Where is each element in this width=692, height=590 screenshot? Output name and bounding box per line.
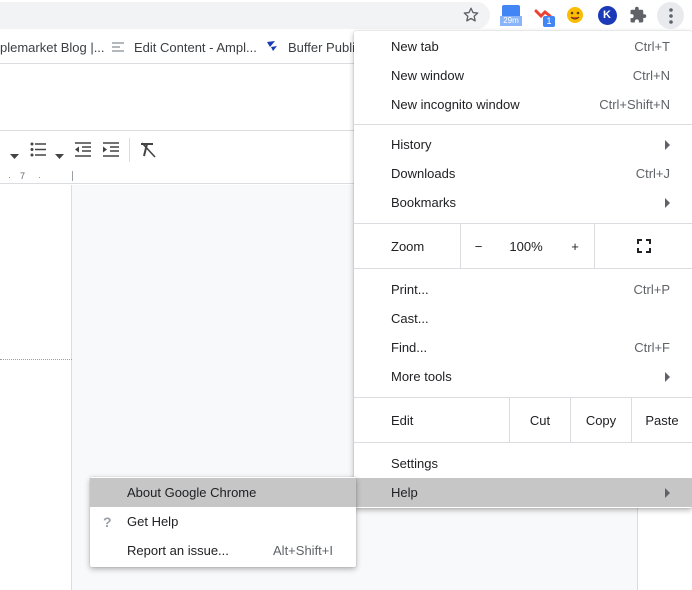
- submenu-arrow-icon: [665, 371, 670, 382]
- menu-item-label: About Google Chrome: [127, 485, 257, 500]
- menu-item-new-incognito-window[interactable]: New incognito window Ctrl+Shift+N: [354, 90, 692, 119]
- k-extension-icon[interactable]: K: [596, 4, 618, 26]
- menu-separator: [354, 268, 692, 269]
- kebab-menu-icon[interactable]: [657, 2, 684, 29]
- menu-item-shortcut: Ctrl+F: [634, 340, 670, 355]
- menu-item-label: Find...: [391, 340, 428, 355]
- zoom-in-button[interactable]: +: [556, 224, 594, 268]
- bookmark-label: Buffer Publis: [288, 40, 362, 55]
- menu-item-shortcut: Ctrl+N: [632, 68, 670, 83]
- menu-item-shortcut: Ctrl+P: [633, 282, 670, 297]
- ruler-ticks: ·: [38, 172, 41, 182]
- document-page[interactable]: [0, 185, 72, 590]
- menu-item-label: Print...: [391, 282, 429, 297]
- fullscreen-icon: [636, 239, 651, 253]
- menu-item-find[interactable]: Find... Ctrl+F: [354, 333, 692, 362]
- emoji-extension-icon[interactable]: [564, 4, 586, 26]
- menu-separator: [354, 124, 692, 125]
- menu-item-label: Report an issue...: [127, 543, 229, 558]
- submenu-arrow-icon: [665, 139, 670, 150]
- buffer-icon: [266, 40, 278, 55]
- omnibox[interactable]: [0, 2, 490, 29]
- bookmark-item[interactable]: Edit Content - Ampl...: [112, 40, 257, 55]
- menu-item-help[interactable]: Help: [354, 478, 692, 507]
- menu-item-label: Help: [391, 485, 418, 500]
- menu-item-settings[interactable]: Settings: [354, 449, 692, 478]
- menu-item-label: New tab: [391, 39, 439, 54]
- menu-item-history[interactable]: History: [354, 130, 692, 159]
- menu-item-label: History: [391, 137, 432, 152]
- menu-item-more-tools[interactable]: More tools: [354, 362, 692, 391]
- help-question-icon: ?: [103, 513, 112, 530]
- zoom-level: 100%: [509, 238, 543, 254]
- submenu-arrow-icon: [665, 197, 670, 208]
- pocket-extension-icon[interactable]: 1: [533, 4, 555, 27]
- menu-item-get-help[interactable]: ? Get Help: [90, 507, 356, 536]
- zoom-label: Zoom: [391, 238, 425, 254]
- submenu-arrow-icon: [665, 487, 670, 498]
- edit-row: Edit Cut Copy Paste: [354, 398, 692, 442]
- ruler-ticks: ·: [8, 172, 14, 182]
- zoom-out-button[interactable]: −: [461, 224, 496, 268]
- dropdown-arrow-icon[interactable]: [55, 147, 64, 162]
- puzzle-icon[interactable]: [627, 4, 649, 26]
- menu-item-shortcut: Ctrl+T: [634, 39, 670, 54]
- menu-item-label: Get Help: [127, 514, 179, 529]
- toolbar-divider: [129, 138, 130, 162]
- fullscreen-button[interactable]: [595, 224, 692, 268]
- decrease-indent-icon[interactable]: [75, 142, 91, 160]
- help-submenu: About Google Chrome ? Get Help Report an…: [90, 477, 356, 567]
- increase-indent-icon[interactable]: [103, 142, 119, 160]
- page-break-line: [0, 359, 72, 360]
- chrome-main-menu: New tab Ctrl+T New window Ctrl+N New inc…: [354, 31, 692, 508]
- clear-formatting-icon[interactable]: [140, 142, 156, 161]
- menu-item-report-an-issue[interactable]: Report an issue... Alt+Shift+I: [90, 536, 356, 565]
- bookmark-item[interactable]: plemarket Blog |...: [0, 40, 105, 55]
- menu-item-bookmarks[interactable]: Bookmarks: [354, 188, 692, 217]
- menu-item-shortcut: Alt+Shift+I: [273, 543, 333, 558]
- menu-item-downloads[interactable]: Downloads Ctrl+J: [354, 159, 692, 188]
- menu-item-label: Settings: [391, 456, 438, 471]
- dropdown-arrow-icon[interactable]: [10, 147, 19, 162]
- menu-item-shortcut: Ctrl+J: [635, 166, 670, 181]
- bookmark-label: plemarket Blog |...: [0, 40, 105, 55]
- menu-item-cast[interactable]: Cast...: [354, 304, 692, 333]
- menu-item-label: New incognito window: [391, 97, 520, 112]
- menu-item-label: New window: [391, 68, 464, 83]
- bookmark-label: Edit Content - Ampl...: [134, 40, 257, 55]
- menu-item-label: More tools: [391, 369, 452, 384]
- paste-button[interactable]: Paste: [632, 398, 692, 442]
- calendar-badge: 29m: [500, 16, 522, 26]
- menu-item-label: Cast...: [391, 311, 429, 326]
- bulleted-list-icon[interactable]: [30, 142, 46, 160]
- menu-item-new-window[interactable]: New window Ctrl+N: [354, 61, 692, 90]
- k-letter: K: [597, 5, 617, 25]
- menu-item-new-tab[interactable]: New tab Ctrl+T: [354, 32, 692, 61]
- menu-item-label: Downloads: [391, 166, 456, 181]
- menu-item-about-google-chrome[interactable]: About Google Chrome: [90, 478, 356, 507]
- menu-item-shortcut: Ctrl+Shift+N: [599, 97, 670, 112]
- bookmark-item[interactable]: Buffer Publis: [266, 40, 361, 55]
- menu-separator: [354, 442, 692, 443]
- menu-item-label: Bookmarks: [391, 195, 457, 210]
- ruler-number: 7: [20, 171, 26, 181]
- copy-button[interactable]: Copy: [571, 398, 631, 442]
- browser-toolbar: 29m 1 K: [0, 0, 692, 31]
- cut-button[interactable]: Cut: [510, 398, 570, 442]
- star-icon[interactable]: [460, 4, 482, 26]
- calendar-extension-icon[interactable]: 29m: [500, 4, 522, 26]
- lines-icon: [112, 40, 124, 55]
- pocket-badge: 1: [543, 16, 555, 27]
- menu-item-print[interactable]: Print... Ctrl+P: [354, 275, 692, 304]
- zoom-row: Zoom − 100% +: [354, 224, 692, 268]
- edit-label: Edit: [391, 412, 414, 428]
- ruler-margin-marker: [72, 171, 73, 181]
